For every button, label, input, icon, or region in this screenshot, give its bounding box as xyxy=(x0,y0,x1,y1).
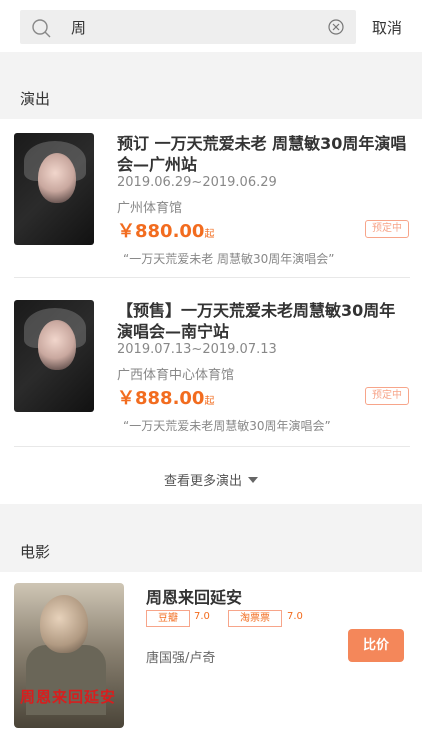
cancel-button[interactable]: 取消 xyxy=(372,17,402,38)
search-query[interactable]: 周 xyxy=(71,17,86,38)
section-title: 演出 xyxy=(20,90,51,108)
poster-face xyxy=(38,153,76,203)
show-description: “一万天荒爱未老周慧敏30周年演唱会” xyxy=(123,419,331,433)
taopiaopiao-tag: 淘票票 xyxy=(228,610,282,627)
price-unit: 起 xyxy=(204,229,215,240)
section-title: 电影 xyxy=(20,543,51,561)
movie-poster: 周恩来回延安 xyxy=(14,583,124,728)
search-icon xyxy=(32,19,51,38)
divider xyxy=(14,277,410,278)
price-value: ￥888.00 xyxy=(117,388,205,409)
show-poster xyxy=(14,300,94,412)
price-unit: 起 xyxy=(204,396,215,407)
show-description: “一万天荒爱未老 周慧敏30周年演唱会” xyxy=(123,252,335,266)
movie-item[interactable]: 周恩来回延安 周恩来回延安 豆瓣 7.0 淘票票 7.0 唐国强/卢奇 比价 xyxy=(0,583,422,751)
show-price: ￥880.00起 xyxy=(117,217,214,243)
status-badge: 预定中 xyxy=(365,387,409,405)
search-input[interactable]: 周 xyxy=(20,10,356,44)
show-title: 【预售】一万天荒爱未老周慧敏30周年演唱会—南宁站 xyxy=(117,301,396,341)
price-value: ￥880.00 xyxy=(117,221,205,242)
section-header-shows: 演出 xyxy=(0,52,422,119)
poster-face xyxy=(40,595,88,653)
chevron-down-icon xyxy=(248,477,258,483)
douban-tag: 豆瓣 xyxy=(146,610,190,627)
show-venue: 广西体育中心体育馆 xyxy=(117,368,235,383)
more-shows-label: 查看更多演出 xyxy=(163,474,242,489)
douban-score: 7.0 xyxy=(194,611,210,622)
more-shows-button[interactable]: 查看更多演出 xyxy=(0,462,422,502)
clear-icon[interactable] xyxy=(328,19,344,35)
taopiaopiao-score: 7.0 xyxy=(287,611,303,622)
show-title: 预订 一万天荒爱未老 周慧敏30周年演唱会—广州站 xyxy=(117,134,407,174)
section-header-movies: 电影 xyxy=(0,504,422,572)
movie-cast: 唐国强/卢奇 xyxy=(146,651,216,666)
show-price: ￥888.00起 xyxy=(117,384,214,410)
show-date: 2019.06.29~2019.06.29 xyxy=(117,175,277,190)
show-poster xyxy=(14,133,94,245)
movie-title: 周恩来回延安 xyxy=(146,588,243,607)
show-date: 2019.07.13~2019.07.13 xyxy=(117,342,277,357)
show-item[interactable]: 预订 一万天荒爱未老 周慧敏30周年演唱会—广州站 2019.06.29~201… xyxy=(0,133,422,279)
poster-face xyxy=(38,320,76,370)
show-venue: 广州体育馆 xyxy=(117,201,183,216)
compare-price-button[interactable]: 比价 xyxy=(348,629,404,662)
show-item[interactable]: 【预售】一万天荒爱未老周慧敏30周年演唱会—南宁站 2019.07.13~201… xyxy=(0,300,422,446)
status-badge: 预定中 xyxy=(365,220,409,238)
divider xyxy=(14,446,410,447)
search-bar: 周 取消 xyxy=(0,0,422,52)
poster-title-text: 周恩来回延安 xyxy=(20,688,117,706)
